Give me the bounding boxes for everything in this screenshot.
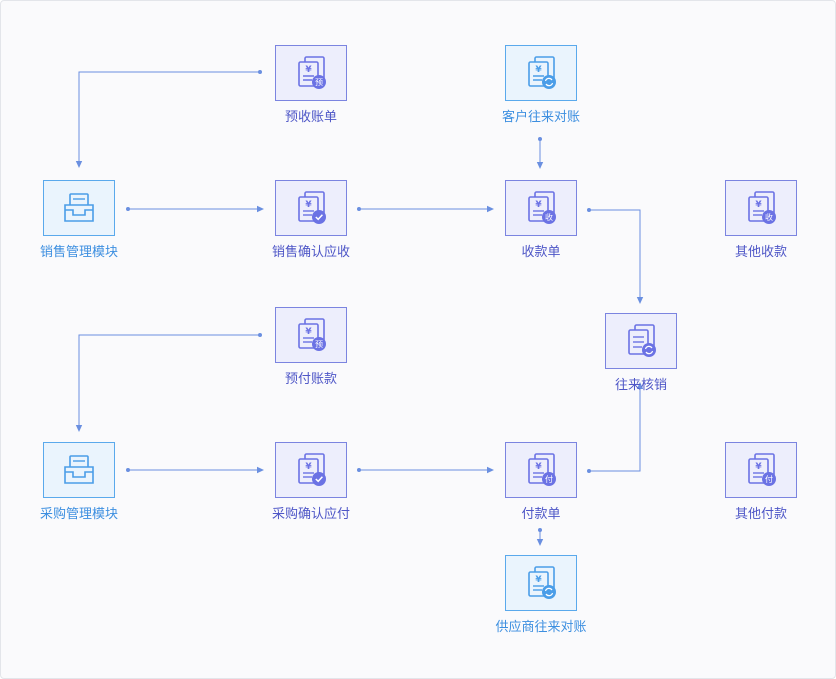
node-label: 预收账单: [284, 110, 337, 125]
document-yen-icon: ¥ 预: [298, 318, 326, 351]
node-label: 其他收款: [734, 245, 787, 260]
node-box[interactable]: ¥ 收: [505, 180, 577, 236]
node-label: 收款单: [521, 245, 561, 260]
edge-prepay-payment-to-purchase-module: [75, 334, 260, 432]
node-box[interactable]: ¥ 付: [505, 442, 577, 498]
badge-label: 付: [545, 474, 553, 484]
document-yen-sync-icon: ¥: [528, 566, 556, 599]
document-sync-icon: [628, 324, 656, 357]
node-label: 销售确认应收: [271, 245, 350, 260]
node-box[interactable]: [43, 180, 115, 236]
badge-label: 收: [765, 212, 773, 222]
node-other-receipt[interactable]: ¥ 收 其他收款: [691, 180, 831, 261]
document-yen-check-icon: ¥: [298, 191, 326, 224]
node-label: 往来核销: [614, 378, 667, 393]
node-label: 销售管理模块: [39, 245, 118, 260]
node-box[interactable]: ¥ 付: [725, 442, 797, 498]
svg-text:¥: ¥: [535, 65, 542, 75]
node-sales-module[interactable]: 销售管理模块: [9, 180, 149, 261]
svg-text:¥: ¥: [755, 462, 762, 472]
svg-text:¥: ¥: [535, 200, 542, 210]
document-yen-icon: ¥ 收: [528, 191, 556, 224]
document-yen-sync-icon: ¥: [528, 56, 556, 89]
badge-label: 预: [315, 339, 323, 349]
svg-text:¥: ¥: [305, 200, 312, 210]
svg-text:¥: ¥: [535, 575, 542, 585]
node-box[interactable]: ¥ 预: [275, 45, 347, 101]
node-supplier-recon[interactable]: ¥ 供应商往来对账: [471, 555, 611, 636]
node-label: 付款单: [521, 507, 561, 522]
edge-dot: [538, 137, 542, 141]
flow-diagram-canvas: ¥ 预 预收账单 ¥ 客户往来对账 销售管理模块 ¥ 销售确认应收 ¥ 收 收款…: [0, 0, 836, 679]
document-yen-icon: ¥ 付: [528, 453, 556, 486]
node-label: 采购确认应付: [271, 507, 350, 522]
svg-text:¥: ¥: [305, 327, 312, 337]
node-purchase-module[interactable]: 采购管理模块: [9, 442, 149, 523]
node-payment[interactable]: ¥ 付 付款单: [471, 442, 611, 523]
node-writeoff[interactable]: 往来核销: [571, 313, 711, 394]
svg-text:¥: ¥: [305, 462, 312, 472]
node-label: 其他付款: [734, 507, 787, 522]
node-box[interactable]: ¥: [505, 45, 577, 101]
node-box[interactable]: ¥: [275, 442, 347, 498]
node-label: 供应商往来对账: [495, 620, 587, 635]
node-label: 采购管理模块: [39, 507, 118, 522]
edge-dot: [538, 528, 542, 532]
node-receipt[interactable]: ¥ 收 收款单: [471, 180, 611, 261]
badge-label: 预: [315, 77, 323, 87]
node-box[interactable]: ¥ 预: [275, 307, 347, 363]
svg-text:¥: ¥: [755, 200, 762, 210]
node-box[interactable]: ¥ 收: [725, 180, 797, 236]
node-prepay-receipt[interactable]: ¥ 预 预收账单: [241, 45, 381, 126]
node-label: 预付账款: [284, 372, 337, 387]
svg-text:¥: ¥: [535, 462, 542, 472]
node-box[interactable]: [605, 313, 677, 369]
document-yen-icon: ¥ 付: [748, 453, 776, 486]
document-yen-icon: ¥ 收: [748, 191, 776, 224]
svg-text:¥: ¥: [305, 65, 312, 75]
inbox-tray-icon: [64, 455, 94, 484]
node-box[interactable]: ¥: [275, 180, 347, 236]
node-sales-confirm[interactable]: ¥ 销售确认应收: [241, 180, 381, 261]
node-customer-recon[interactable]: ¥ 客户往来对账: [471, 45, 611, 126]
edge-prepay-receipt-to-sales-module: [75, 71, 260, 168]
node-prepay-payment[interactable]: ¥ 预 预付账款: [241, 307, 381, 388]
node-purchase-confirm[interactable]: ¥ 采购确认应付: [241, 442, 381, 523]
node-other-payment[interactable]: ¥ 付 其他付款: [691, 442, 831, 523]
node-box[interactable]: [43, 442, 115, 498]
inbox-tray-icon: [64, 193, 94, 222]
badge-label: 收: [545, 212, 553, 222]
node-label: 客户往来对账: [501, 110, 580, 125]
document-yen-check-icon: ¥: [298, 453, 326, 486]
document-yen-icon: ¥ 预: [298, 56, 326, 89]
node-box[interactable]: ¥: [505, 555, 577, 611]
badge-label: 付: [765, 474, 773, 484]
